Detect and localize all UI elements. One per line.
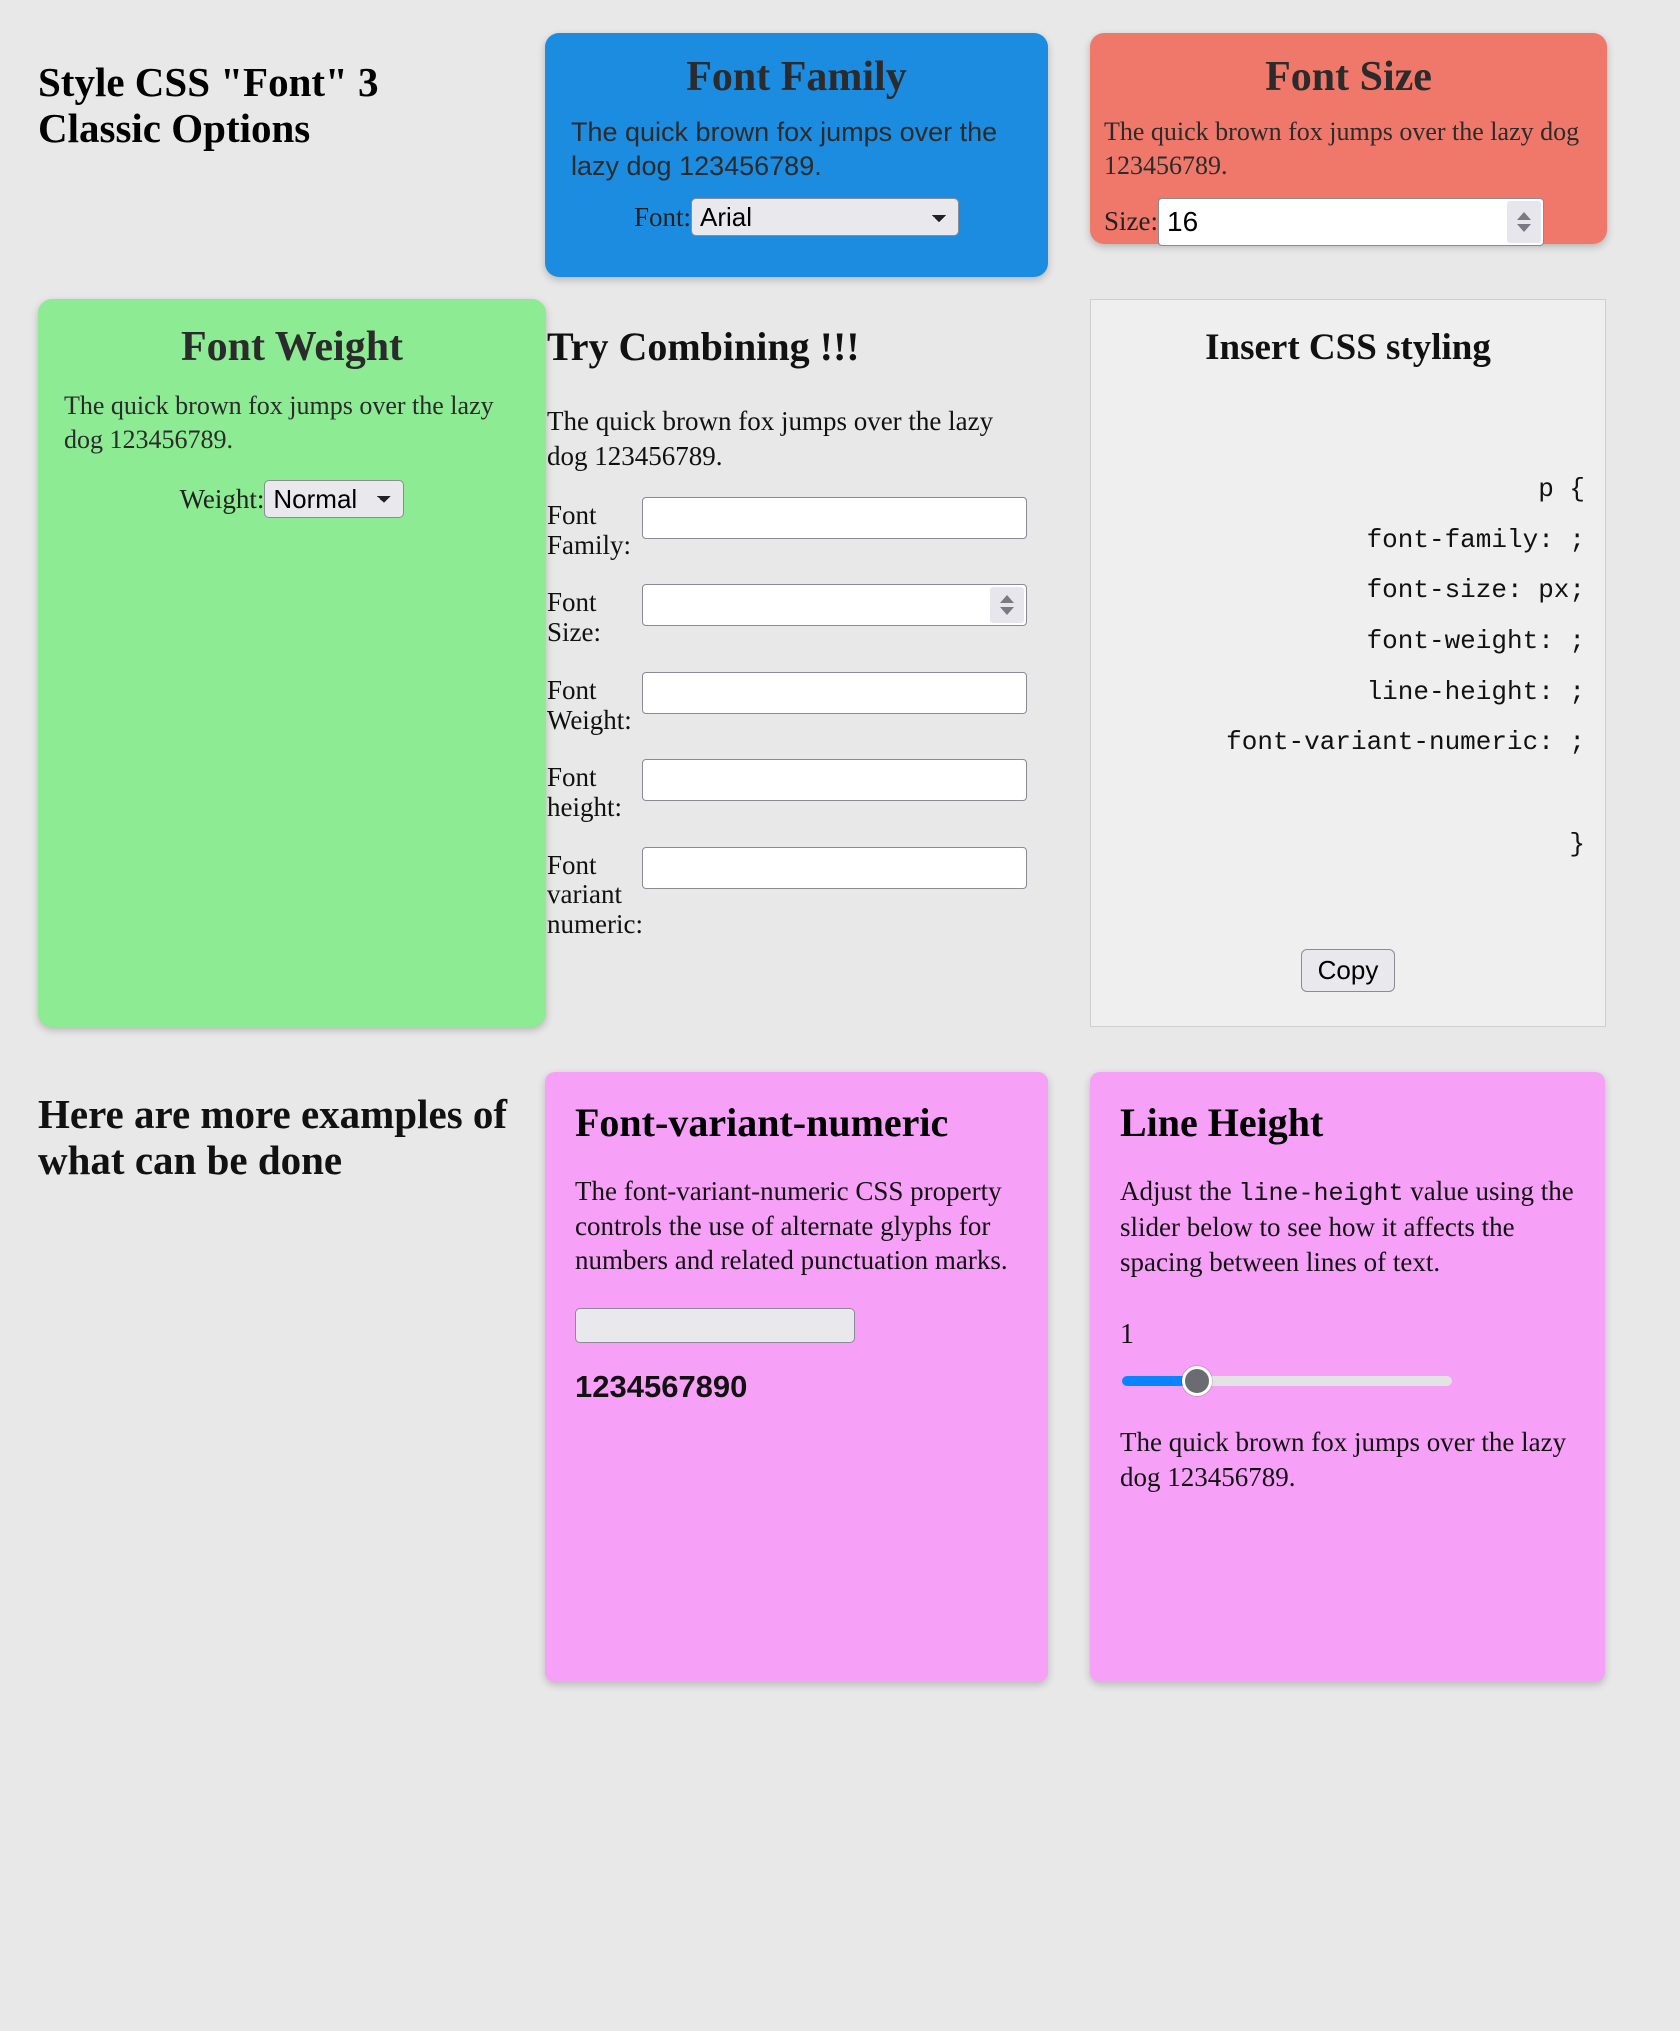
- font-variant-numeric-card: Font-variant-numeric The font-variant-nu…: [545, 1072, 1048, 1682]
- try-combining-section: Try Combining !!! The quick brown fox ju…: [545, 299, 1090, 1027]
- combine-spinner[interactable]: [990, 587, 1024, 624]
- font-size-spinner[interactable]: [1507, 200, 1541, 243]
- combine-field-input[interactable]: [642, 759, 1027, 802]
- combine-field-input[interactable]: [642, 846, 1027, 889]
- font-family-select[interactable]: ArialVerdanaGeorgiaTimes New RomanCourie…: [691, 198, 960, 237]
- combine-field-input[interactable]: [642, 497, 1027, 540]
- page-root: Style CSS "Font" 3 Classic Options Font …: [0, 0, 1680, 1682]
- line-height-slider[interactable]: [1122, 1376, 1452, 1387]
- combine-field-input[interactable]: [642, 671, 1027, 714]
- row-middle: Font Weight The quick brown fox jumps ov…: [0, 299, 1680, 1027]
- font-family-control-row: Font:ArialVerdanaGeorgiaTimes New RomanC…: [571, 198, 1022, 237]
- try-combining-heading: Try Combining !!!: [547, 324, 860, 369]
- font-weight-card: Font Weight The quick brown fox jumps ov…: [38, 299, 546, 1027]
- line-height-code-token: line-height: [1238, 1179, 1404, 1208]
- font-size-number-wrapper: [1158, 197, 1544, 246]
- combine-field-label: Font variant numeric:: [547, 849, 643, 939]
- combine-font-size-input[interactable]: [642, 584, 1027, 627]
- font-size-control-row: Size:: [1104, 197, 1593, 246]
- font-family-heading: Font Family: [686, 54, 907, 100]
- font-size-card: Font Size The quick brown fox jumps over…: [1090, 33, 1607, 246]
- combine-field-label: Font Weight:: [547, 674, 632, 735]
- css-code-output: p { font-family: ; font-size: px; font-w…: [1226, 474, 1585, 859]
- combine-field-control: [642, 759, 1070, 802]
- combine-number-wrapper: [642, 584, 1027, 627]
- combine-field-control: [642, 846, 1070, 889]
- font-weight-heading: Font Weight: [180, 324, 404, 370]
- combine-field-row: Font Family:: [547, 497, 1070, 560]
- font-family-label: Font:: [633, 202, 692, 233]
- line-height-slider-row: [1120, 1373, 1575, 1391]
- combine-field-row: Font variant numeric:: [547, 846, 1070, 940]
- combine-field-row: Font Size:: [547, 584, 1070, 647]
- spinner-down-icon[interactable]: [1000, 607, 1014, 616]
- font-family-sample-text: The quick brown fox jumps over the lazy …: [571, 117, 998, 182]
- font-weight-select[interactable]: NormalBoldLighterBolder: [264, 479, 405, 518]
- insert-css-panel: Insert CSS styling p { font-family: ; fo…: [1090, 299, 1606, 1027]
- font-size-label: Size:: [1104, 206, 1158, 237]
- line-height-desc-before: Adjust the: [1120, 1176, 1239, 1206]
- copy-button-wrapper: Copy: [1105, 949, 1591, 1006]
- spinner-up-icon[interactable]: [1000, 595, 1014, 604]
- font-weight-control-row: Weight:NormalBoldLighterBolder: [64, 479, 520, 518]
- line-height-sample-text: The quick brown fox jumps over the lazy …: [1120, 1427, 1567, 1492]
- font-variant-numeric-description: The font-variant-numeric CSS property co…: [575, 1176, 1008, 1276]
- more-examples-heading: Here are more examples of what can be do…: [38, 1091, 508, 1183]
- insert-css-heading: Insert CSS styling: [1205, 327, 1491, 368]
- font-variant-numeric-heading: Font-variant-numeric: [575, 1100, 949, 1145]
- spinner-up-icon[interactable]: [1517, 211, 1531, 220]
- combine-field-control: [642, 497, 1070, 540]
- font-size-heading: Font Size: [1265, 54, 1432, 100]
- font-weight-label: Weight:: [179, 483, 265, 514]
- page-title: Style CSS "Font" 3 Classic Options: [38, 59, 379, 151]
- try-combining-fields: Font Family: Font Size: Font Weight: Font h…: [547, 497, 1070, 940]
- font-family-card: Font Family The quick brown fox jumps ov…: [545, 33, 1048, 277]
- spinner-down-icon[interactable]: [1517, 223, 1531, 232]
- row-bottom: Here are more examples of what can be do…: [0, 1072, 1680, 1682]
- combine-field-row: Font Weight:: [547, 671, 1070, 735]
- font-variant-numeric-select[interactable]: normalordinalslashed-zerolining-numsolds…: [575, 1307, 855, 1343]
- combine-field-label: Font Family:: [547, 500, 632, 560]
- font-weight-sample-text: The quick brown fox jumps over the lazy …: [64, 391, 494, 454]
- combine-field-label: Font Size:: [547, 587, 601, 648]
- combine-field-control: [642, 584, 1070, 627]
- numeric-sample-text: 1234567890: [575, 1368, 748, 1404]
- combine-field-row: Font height:: [547, 759, 1070, 822]
- line-height-value: 1: [1120, 1319, 1134, 1351]
- combine-field-label: Font height:: [547, 762, 622, 822]
- row-top: Style CSS "Font" 3 Classic Options Font …: [0, 0, 1680, 277]
- font-size-sample-text: The quick brown fox jumps over the lazy …: [1104, 117, 1580, 180]
- copy-button[interactable]: Copy: [1300, 949, 1396, 992]
- line-height-description: Adjust the line-height value using the s…: [1120, 1174, 1575, 1279]
- combine-field-control: [642, 671, 1070, 714]
- font-size-input[interactable]: [1158, 197, 1544, 246]
- line-height-heading: Line Height: [1120, 1100, 1324, 1145]
- try-combining-sample-text: The quick brown fox jumps over the lazy …: [547, 406, 994, 471]
- line-height-card: Line Height Adjust the line-height value…: [1090, 1072, 1605, 1682]
